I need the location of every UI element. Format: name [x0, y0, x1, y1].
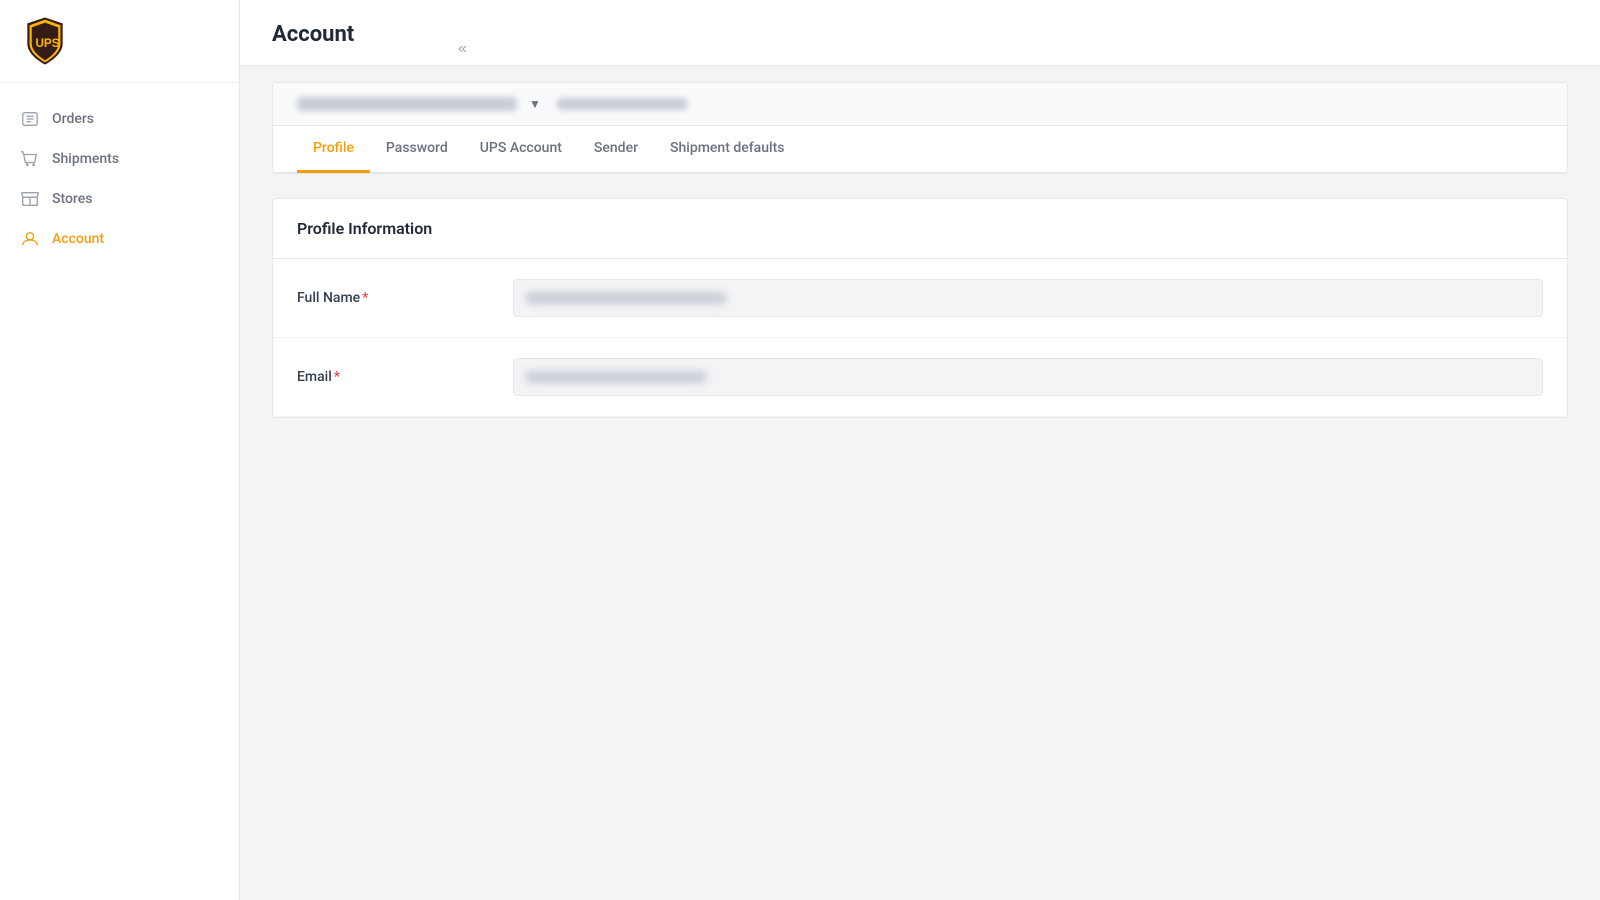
full-name-label: Full Name* — [297, 290, 497, 306]
sidebar-logo: UPS — [0, 0, 239, 83]
svg-text:UPS: UPS — [35, 37, 59, 50]
account-icon — [20, 229, 40, 249]
sidebar-item-orders[interactable]: Orders — [0, 99, 239, 139]
full-name-input[interactable] — [513, 279, 1543, 317]
tab-profile[interactable]: Profile — [297, 126, 370, 173]
account-dropdown-arrow-icon[interactable]: ▼ — [529, 97, 541, 111]
profile-section-title: Profile Information — [297, 219, 432, 238]
content-wrapper: ▼ Profile Password UPS Account Sender Sh… — [240, 66, 1600, 418]
account-selector-bar: ▼ — [273, 83, 1567, 126]
sidebar-item-orders-label: Orders — [52, 111, 94, 127]
sidebar-item-stores-label: Stores — [52, 191, 92, 207]
email-value — [526, 371, 706, 383]
email-row: Email* — [273, 338, 1567, 417]
page-header: « Account — [240, 0, 1600, 66]
sidebar-item-stores[interactable]: Stores — [0, 179, 239, 219]
full-name-required-star: * — [362, 290, 368, 306]
sidebar-item-shipments[interactable]: Shipments — [0, 139, 239, 179]
account-name-display — [297, 97, 517, 111]
ups-logo-icon: UPS — [20, 16, 70, 66]
email-input[interactable] — [513, 358, 1543, 396]
sidebar-item-shipments-label: Shipments — [52, 151, 119, 167]
sidebar: UPS Orders — [0, 0, 240, 900]
page-content: ▼ Profile Password UPS Account Sender Sh… — [240, 66, 1600, 900]
full-name-row: Full Name* — [273, 259, 1567, 338]
collapse-sidebar-button[interactable]: « — [450, 36, 475, 62]
tabs-bar: Profile Password UPS Account Sender Ship… — [273, 126, 1567, 173]
profile-section: Profile Information Full Name* Email* — [272, 198, 1568, 418]
sidebar-item-account-label: Account — [52, 231, 104, 247]
full-name-value — [526, 292, 726, 304]
email-label: Email* — [297, 369, 497, 385]
sidebar-nav: Orders Shipments — [0, 83, 239, 900]
shipments-icon — [20, 149, 40, 169]
tab-sender[interactable]: Sender — [578, 126, 654, 173]
account-tabs-card: ▼ Profile Password UPS Account Sender Sh… — [272, 82, 1568, 174]
orders-icon — [20, 109, 40, 129]
email-required-star: * — [334, 369, 340, 385]
tab-password[interactable]: Password — [370, 126, 464, 173]
stores-icon — [20, 189, 40, 209]
tab-shipment-defaults[interactable]: Shipment defaults — [654, 126, 800, 173]
tab-ups-account[interactable]: UPS Account — [464, 126, 578, 173]
sidebar-item-account[interactable]: Account — [0, 219, 239, 259]
account-sub-display — [557, 98, 687, 110]
main-content: « Account ▼ Profile Password UPS Account… — [240, 0, 1600, 900]
profile-section-header: Profile Information — [273, 199, 1567, 259]
